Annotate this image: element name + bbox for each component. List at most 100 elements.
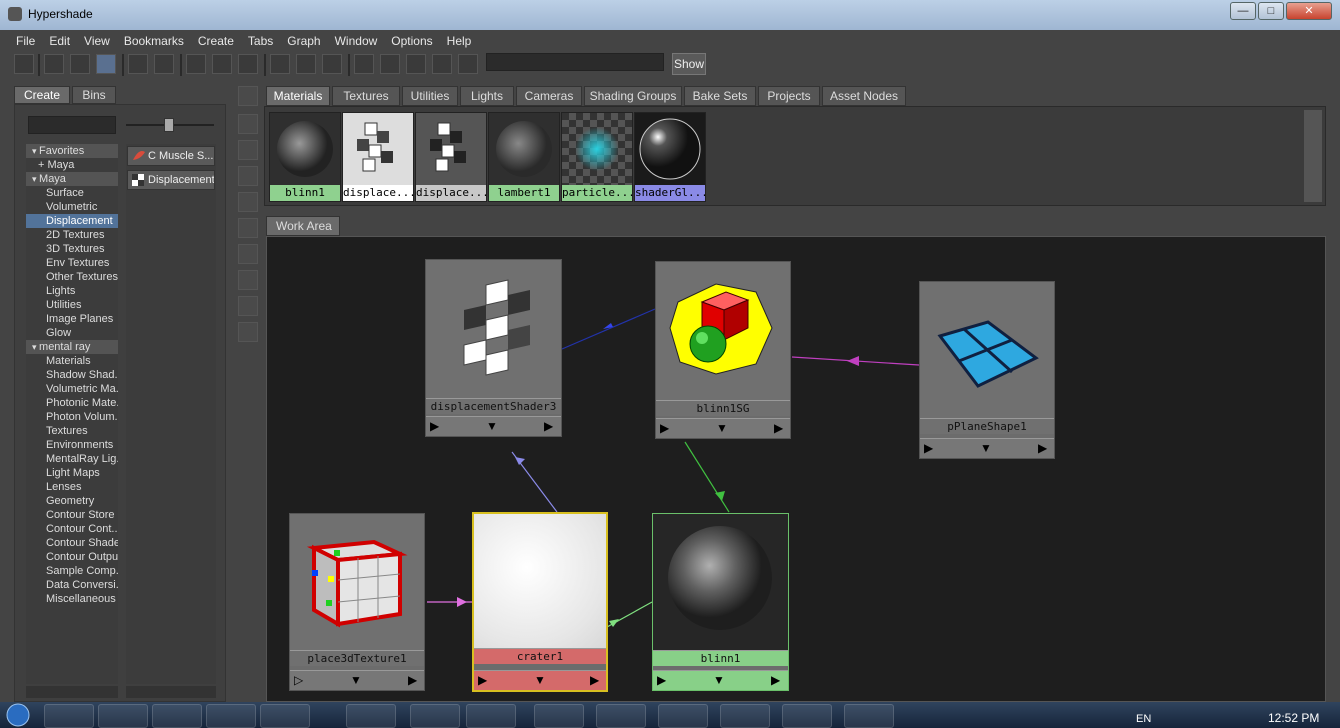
frame-all-icon[interactable] xyxy=(458,54,478,74)
tree-item[interactable]: Env Textures xyxy=(26,256,118,270)
tab-materials[interactable]: Materials xyxy=(266,86,330,106)
tree-item[interactable]: Image Planes xyxy=(26,312,118,326)
menu-file[interactable]: File xyxy=(8,30,41,48)
tree-item[interactable]: 3D Textures xyxy=(26,242,118,256)
tree-item[interactable]: Contour Outpu... xyxy=(26,550,118,564)
menu-options[interactable]: Options xyxy=(383,30,438,48)
tree-item[interactable]: Data Conversi... xyxy=(26,578,118,592)
node-port-bar[interactable]: ▶ ▼ ▶ xyxy=(426,416,561,436)
menu-help[interactable]: Help xyxy=(439,30,478,48)
tree-item[interactable]: Photonic Mate... xyxy=(26,396,118,410)
tab-create[interactable]: Create xyxy=(14,86,70,104)
panel-large-icon[interactable] xyxy=(238,192,258,212)
panel-medium-icon[interactable] xyxy=(238,166,258,186)
panel-grid-icon[interactable] xyxy=(238,114,258,134)
input-output-connections-icon[interactable] xyxy=(296,54,316,74)
tree-item[interactable]: MentalRay Lig... xyxy=(26,452,118,466)
tab-work-area[interactable]: Work Area xyxy=(266,216,340,236)
slider-thumb[interactable] xyxy=(164,118,174,132)
tray-language[interactable]: EN xyxy=(1136,713,1151,725)
show-button[interactable]: Show xyxy=(672,53,706,75)
close-button[interactable]: ✕ xyxy=(1286,2,1332,20)
node-port-bar[interactable]: ▶ ▼ ▶ xyxy=(920,438,1054,458)
taskbar-app-icon[interactable] xyxy=(260,704,310,728)
tree-scrollbar[interactable] xyxy=(26,686,118,698)
taskbar-tool-icon[interactable] xyxy=(720,704,770,728)
input-connections-icon[interactable] xyxy=(270,54,290,74)
isolate-select-icon[interactable] xyxy=(432,54,452,74)
rearrange-graph-icon[interactable] xyxy=(212,54,232,74)
tray-clock[interactable]: 12:52 PM xyxy=(1268,711,1319,725)
node-displacement-shader3[interactable]: displacementShader3 ▶ ▼ ▶ xyxy=(425,259,562,437)
top-tabs-layout-icon[interactable] xyxy=(44,54,64,74)
tree-item[interactable]: Utilities xyxy=(26,298,118,312)
minimize-button[interactable]: — xyxy=(1230,2,1256,20)
node-blinn1sg[interactable]: blinn1SG ▶ ▼ ▶ xyxy=(655,261,791,439)
tree-item[interactable]: Maya xyxy=(26,172,118,186)
tree-item[interactable]: Surface xyxy=(26,186,118,200)
tree-item[interactable]: Volumetric xyxy=(26,200,118,214)
node-crater1[interactable]: crater1 ▶ ▼ ▶ xyxy=(472,512,608,692)
tree-item[interactable]: Photon Volum... xyxy=(26,410,118,424)
panel-sort-icon[interactable] xyxy=(238,244,258,264)
node-port-bar[interactable]: ▶ ▼ ▶ xyxy=(653,670,788,690)
tree-item[interactable]: Glow xyxy=(26,326,118,340)
node-list-item-displacement[interactable]: Displacement xyxy=(127,170,215,190)
taskbar-explorer-icon[interactable] xyxy=(98,704,148,728)
tab-asset-nodes[interactable]: Asset Nodes xyxy=(822,86,906,106)
menu-tabs[interactable]: Tabs xyxy=(240,30,279,48)
graph-output-connections-icon[interactable] xyxy=(154,54,174,74)
tab-bins[interactable]: Bins xyxy=(72,86,116,104)
tab-cameras[interactable]: Cameras xyxy=(516,86,582,106)
taskbar-maya-icon[interactable] xyxy=(596,704,646,728)
node-port-bar[interactable]: ▷ ▼ ▶ xyxy=(290,670,424,690)
tab-shading-groups[interactable]: Shading Groups xyxy=(584,86,682,106)
taskbar-media-player-icon[interactable] xyxy=(152,704,202,728)
tree-item[interactable]: mental ray xyxy=(26,340,118,354)
menu-edit[interactable]: Edit xyxy=(41,30,76,48)
menu-create[interactable]: Create xyxy=(190,30,240,48)
tab-bake-sets[interactable]: Bake Sets xyxy=(684,86,756,106)
panel-sort-time-icon[interactable] xyxy=(238,296,258,316)
panel-small-icon[interactable] xyxy=(238,140,258,160)
tree-item[interactable]: Light Maps xyxy=(26,466,118,480)
tree-search-input[interactable] xyxy=(28,116,116,134)
output-connections-icon[interactable] xyxy=(322,54,342,74)
materials-scrollbar[interactable] xyxy=(1304,110,1322,202)
node-port-bar[interactable]: ▶ ▼ ▶ xyxy=(474,670,606,690)
tab-utilities[interactable]: Utilities xyxy=(402,86,458,106)
tree-item[interactable]: Contour Store xyxy=(26,508,118,522)
tree-item[interactable]: Textures xyxy=(26,424,118,438)
taskbar-paint-icon[interactable] xyxy=(206,704,256,728)
menu-window[interactable]: Window xyxy=(327,30,384,48)
node-list-scrollbar[interactable] xyxy=(126,686,216,698)
node-search-input[interactable] xyxy=(486,53,664,71)
tree-item[interactable]: Other Textures xyxy=(26,270,118,284)
graph-materials-icon[interactable] xyxy=(238,54,258,74)
bottom-tabs-layout-icon[interactable] xyxy=(70,54,90,74)
menu-bookmarks[interactable]: Bookmarks xyxy=(116,30,190,48)
panel-list-icon[interactable] xyxy=(238,218,258,238)
tab-textures[interactable]: Textures xyxy=(332,86,400,106)
node-blinn1[interactable]: blinn1 ▶ ▼ ▶ xyxy=(652,513,789,691)
taskbar-notes-icon[interactable] xyxy=(466,704,516,728)
tree-item[interactable]: Volumetric Ma... xyxy=(26,382,118,396)
taskbar-maya-2-icon[interactable] xyxy=(658,704,708,728)
panel-toggle-icon[interactable] xyxy=(238,86,258,106)
tree-item[interactable]: Sample Comp... xyxy=(26,564,118,578)
taskbar-skype-icon[interactable] xyxy=(410,704,460,728)
node-pplaneshape1[interactable]: pPlaneShape1 ▶ ▼ ▶ xyxy=(919,281,1055,459)
graph-input-connections-icon[interactable] xyxy=(128,54,148,74)
tree-item[interactable]: Miscellaneous xyxy=(26,592,118,606)
taskbar-sketch-icon[interactable] xyxy=(346,704,396,728)
menu-view[interactable]: View xyxy=(76,30,116,48)
node-list-item-muscle[interactable]: C Muscle S... xyxy=(127,146,215,166)
tree-item[interactable]: Shadow Shad... xyxy=(26,368,118,382)
swatch-displacement-1[interactable]: displace... xyxy=(342,112,414,202)
attribute-view-icon[interactable] xyxy=(380,54,400,74)
maximize-button[interactable]: □ xyxy=(1258,2,1284,20)
clear-graph-icon[interactable] xyxy=(186,54,206,74)
windows-start-icon[interactable] xyxy=(0,702,40,728)
swatch-blinn1[interactable]: blinn1 xyxy=(269,112,341,202)
swatch-shader-glow[interactable]: shaderGl... xyxy=(634,112,706,202)
